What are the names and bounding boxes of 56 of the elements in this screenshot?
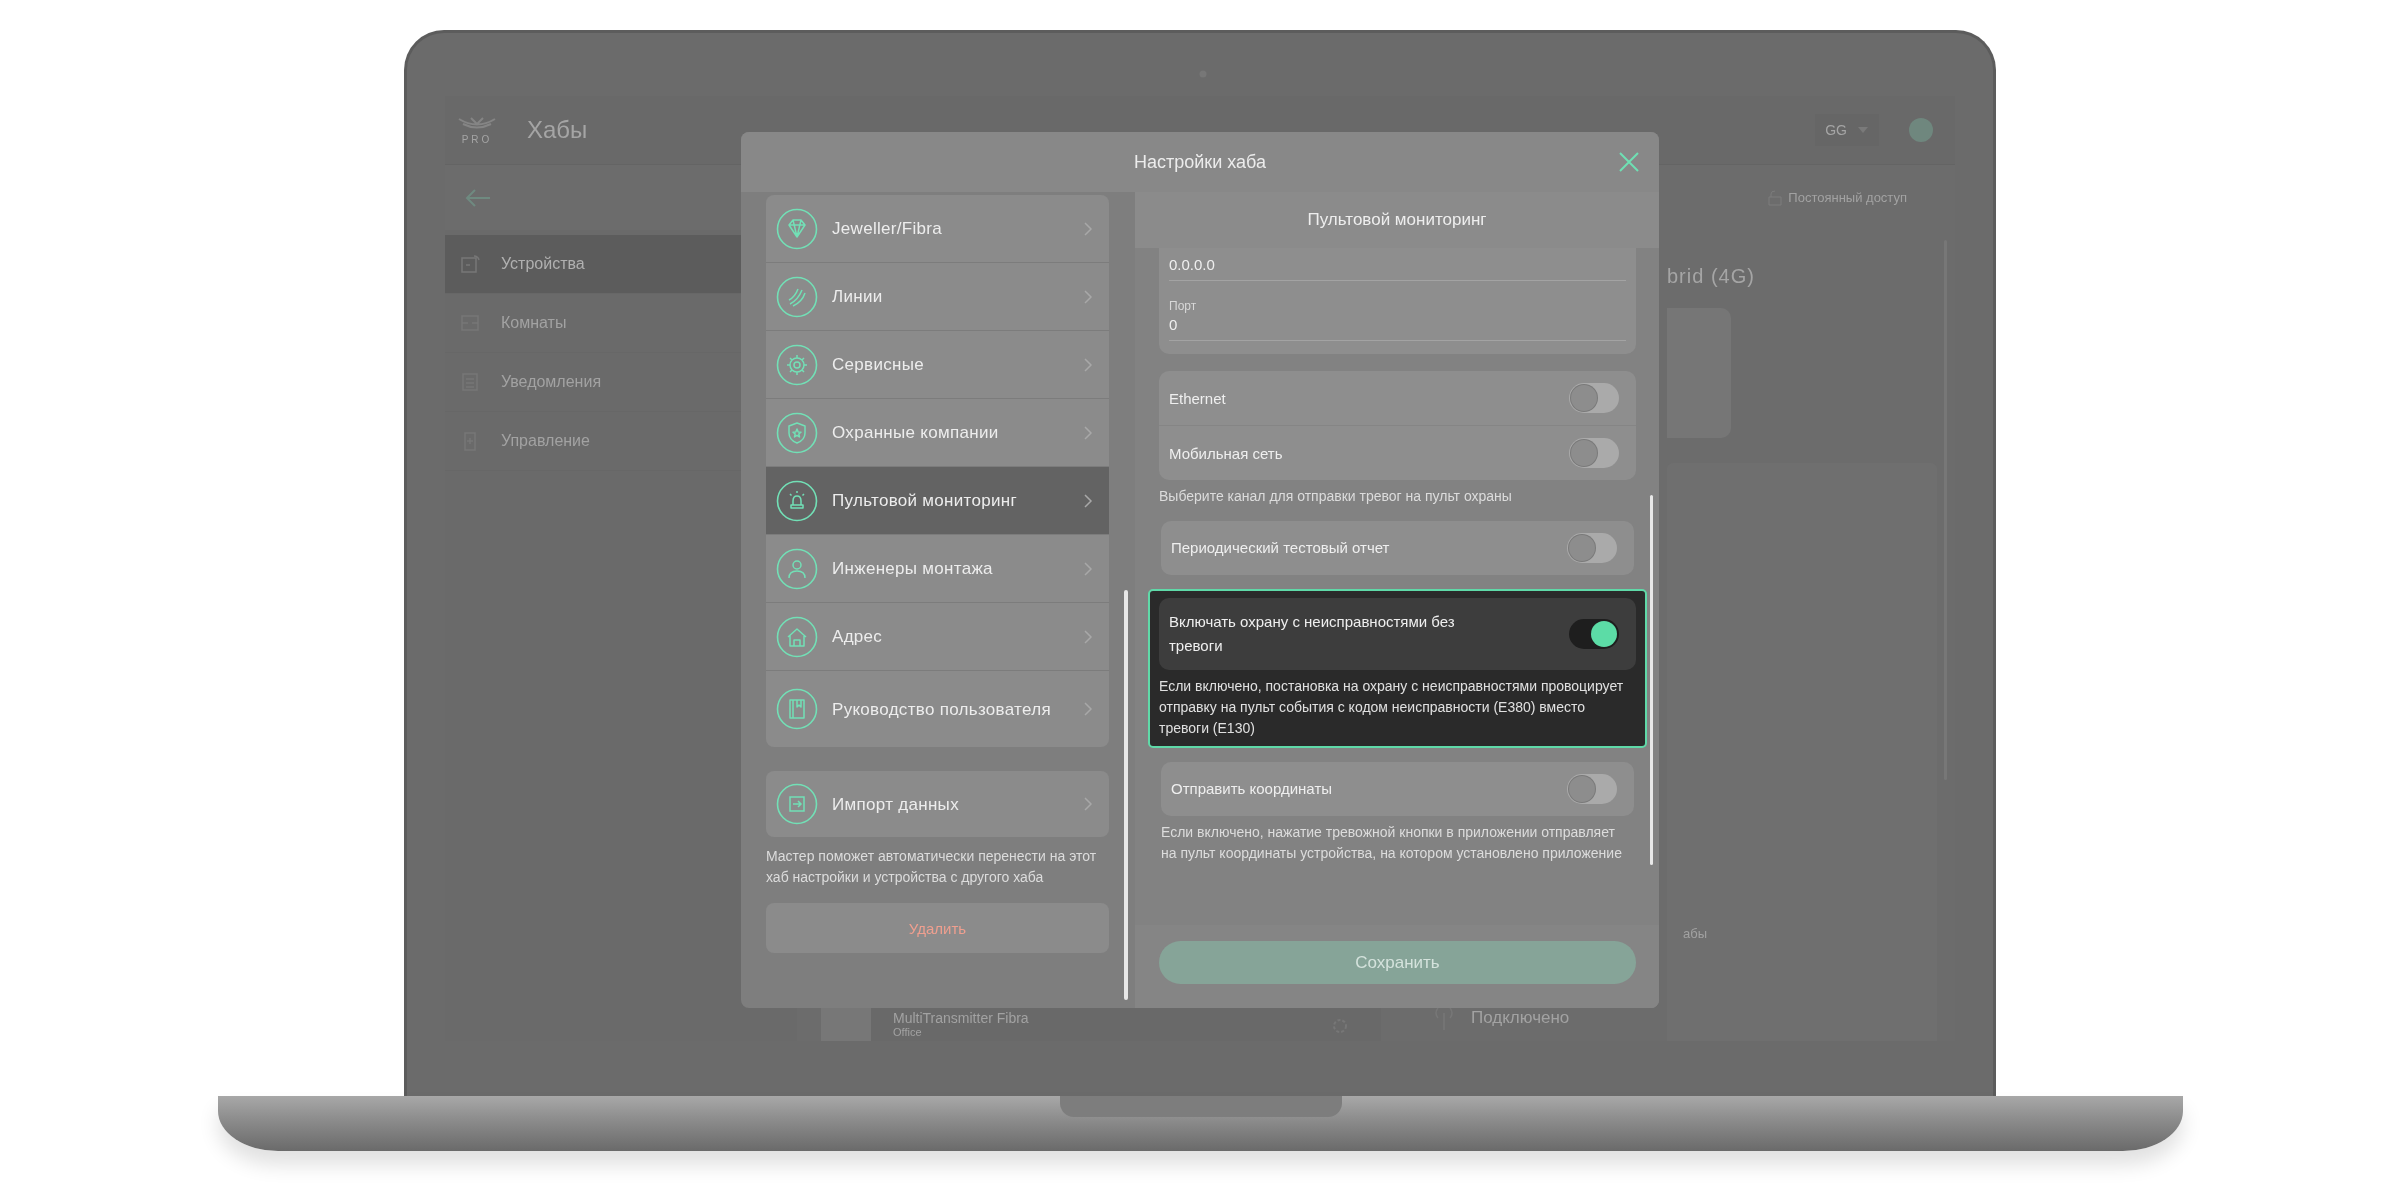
scrollbar[interactable] <box>1650 495 1653 865</box>
import-description: Мастер поможет автоматически перенести на этот хаб настройки и устройства с другого хаба <box>766 847 1098 887</box>
chevron-icon <box>1083 701 1093 717</box>
menu-item[interactable]: Руководство пользователя <box>766 671 1109 747</box>
back-arrow-icon[interactable] <box>465 187 491 208</box>
setting-label: Периодический тестовый отчет <box>1171 538 1390 558</box>
menu-item[interactable]: Инженеры монтажа <box>766 535 1109 603</box>
chevron-icon <box>1083 796 1093 812</box>
chevron-icon <box>1083 492 1093 509</box>
menu-item[interactable]: Пультовой мониторинг <box>766 467 1109 535</box>
device-icon <box>459 253 481 275</box>
logo-text: PRO <box>461 133 493 145</box>
siren-icon <box>776 479 818 522</box>
menu-item[interactable]: Адрес <box>766 603 1109 671</box>
panel-title: Пультовой мониторинг <box>1307 210 1487 230</box>
book-icon <box>776 688 818 730</box>
setting-label: Ethernet <box>1169 389 1226 407</box>
menu-item[interactable]: Jeweller/Fibra <box>766 195 1109 263</box>
dialog-title: Настройки хаба <box>1134 151 1266 173</box>
channel-hint: Выберите канал для отправки тревог на пульт охраны <box>1159 487 1513 506</box>
menu-item[interactable]: Охранные компании <box>766 399 1109 467</box>
toggle-switch[interactable] <box>1569 619 1619 649</box>
chevron-icon <box>1083 220 1093 237</box>
port-field[interactable]: Порт 0 <box>1169 295 1626 341</box>
house-icon <box>776 615 818 658</box>
gear-icon <box>776 343 818 386</box>
page-title: Хабы <box>527 116 588 144</box>
shield-icon <box>776 411 818 454</box>
close-icon[interactable] <box>1618 151 1640 173</box>
hub-title: brid (4G) <box>1667 265 1756 288</box>
menu-item[interactable]: Линии <box>766 263 1109 331</box>
toggle-switch[interactable] <box>1567 533 1617 563</box>
toggle-switch[interactable] <box>1569 438 1619 468</box>
setting-hint: Если включено, нажатие тревожной кнопки в приложении отправляет на пульт координаты устройства, на котором установлено приложение <box>1161 823 1623 863</box>
setting-label: Мобильная сеть <box>1169 444 1283 462</box>
setting-hint: Если включено, постановка на охрану с неисправностями провоцирует отправку на пульт события с кодом неисправности (E380) вместо тревоги (E130) <box>1159 677 1625 738</box>
chevron-icon <box>1083 424 1093 441</box>
setting-label: Включать охрану с неисправностями без тревоги <box>1169 612 1456 656</box>
device-name: MultiTransmitter Fibra <box>893 1010 1029 1026</box>
avatar-icon[interactable] <box>1909 118 1933 142</box>
chevron-icon <box>1083 356 1093 373</box>
person-icon <box>776 547 818 590</box>
chevron-icon <box>1083 288 1093 305</box>
setting-label: Отправить координаты <box>1171 779 1333 799</box>
import-icon <box>776 783 818 825</box>
toggle-switch[interactable] <box>1567 774 1617 804</box>
address-field[interactable]: 0.0.0.0 <box>1169 248 1626 281</box>
lines-icon <box>776 275 818 318</box>
delete-button[interactable]: Удалить <box>766 903 1109 953</box>
chevron-icon <box>1083 560 1093 577</box>
scrollbar[interactable] <box>1124 590 1128 1000</box>
chevron-icon <box>1083 628 1093 645</box>
import-item[interactable]: Импорт данных <box>766 771 1109 837</box>
device-room: Office <box>893 1026 923 1039</box>
menu-item[interactable]: Сервисные <box>766 331 1109 399</box>
toggle-switch[interactable] <box>1569 383 1619 413</box>
